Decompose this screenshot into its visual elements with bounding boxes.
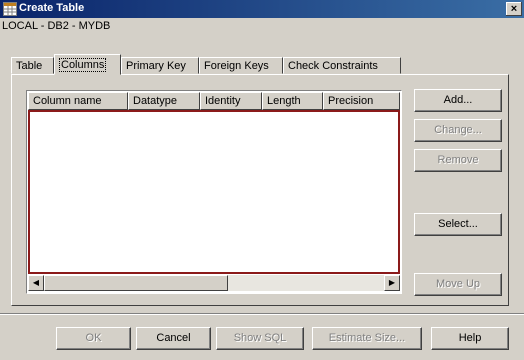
tab-check-constraints-label: Check Constraints xyxy=(288,60,378,72)
horizontal-scrollbar[interactable]: ◀ ▶ xyxy=(28,275,400,291)
tab-foreign-keys-label: Foreign Keys xyxy=(204,60,269,72)
column-header-identity[interactable]: Identity xyxy=(200,92,262,110)
table-body[interactable] xyxy=(28,110,400,274)
column-header-datatype[interactable]: Datatype xyxy=(128,92,200,110)
change-button[interactable]: Change... xyxy=(414,119,502,142)
change-button-label: Change... xyxy=(434,124,482,136)
estimate-size-button-label: Estimate Size... xyxy=(328,332,406,344)
ok-button-label: OK xyxy=(85,332,102,344)
column-header-precision[interactable]: Precision xyxy=(323,92,400,110)
scroll-left-icon[interactable]: ◀ xyxy=(28,275,44,291)
move-up-button-label: Move Up xyxy=(435,278,481,290)
tab-primary-key-label: Primary Key xyxy=(126,60,186,72)
scroll-right-icon[interactable]: ▶ xyxy=(384,275,400,291)
help-button[interactable]: Help xyxy=(431,327,509,350)
title-bar[interactable]: Create Table × xyxy=(0,0,524,18)
ok-button[interactable]: OK xyxy=(56,327,131,350)
table-header: Column name Datatype Identity Length Pre… xyxy=(28,92,400,110)
table-icon xyxy=(3,2,17,16)
tab-table[interactable]: Table xyxy=(11,57,54,74)
estimate-size-button[interactable]: Estimate Size... xyxy=(312,327,422,350)
move-up-button[interactable]: Move Up xyxy=(414,273,502,296)
select-button[interactable]: Select... xyxy=(414,213,502,236)
columns-table: Column name Datatype Identity Length Pre… xyxy=(26,90,402,294)
tab-columns-label: Columns xyxy=(59,58,107,72)
remove-button[interactable]: Remove xyxy=(414,149,502,172)
add-button[interactable]: Add... xyxy=(414,89,502,112)
connection-path: LOCAL - DB2 - MYDB xyxy=(2,20,111,32)
footer-divider xyxy=(0,313,524,315)
close-icon: × xyxy=(510,3,518,15)
select-button-label: Select... xyxy=(438,218,478,230)
tab-table-label: Table xyxy=(16,60,43,72)
show-sql-button-label: Show SQL xyxy=(233,332,287,344)
create-table-dialog: Create Table × LOCAL - DB2 - MYDB Table … xyxy=(0,0,524,360)
cancel-button[interactable]: Cancel xyxy=(136,327,211,350)
help-button-label: Help xyxy=(458,332,482,344)
tab-columns[interactable]: Columns xyxy=(54,54,121,75)
remove-button-label: Remove xyxy=(437,154,479,166)
add-button-label: Add... xyxy=(443,94,473,106)
column-header-length[interactable]: Length xyxy=(262,92,323,110)
scroll-thumb[interactable] xyxy=(44,275,228,291)
window-title: Create Table xyxy=(19,2,85,14)
cancel-button-label: Cancel xyxy=(156,332,191,344)
tab-check-constraints[interactable]: Check Constraints xyxy=(283,57,401,74)
column-header-name[interactable]: Column name xyxy=(28,92,128,110)
show-sql-button[interactable]: Show SQL xyxy=(216,327,304,350)
close-button[interactable]: × xyxy=(506,2,522,16)
tab-foreign-keys[interactable]: Foreign Keys xyxy=(199,57,283,74)
tab-primary-key[interactable]: Primary Key xyxy=(121,57,199,74)
